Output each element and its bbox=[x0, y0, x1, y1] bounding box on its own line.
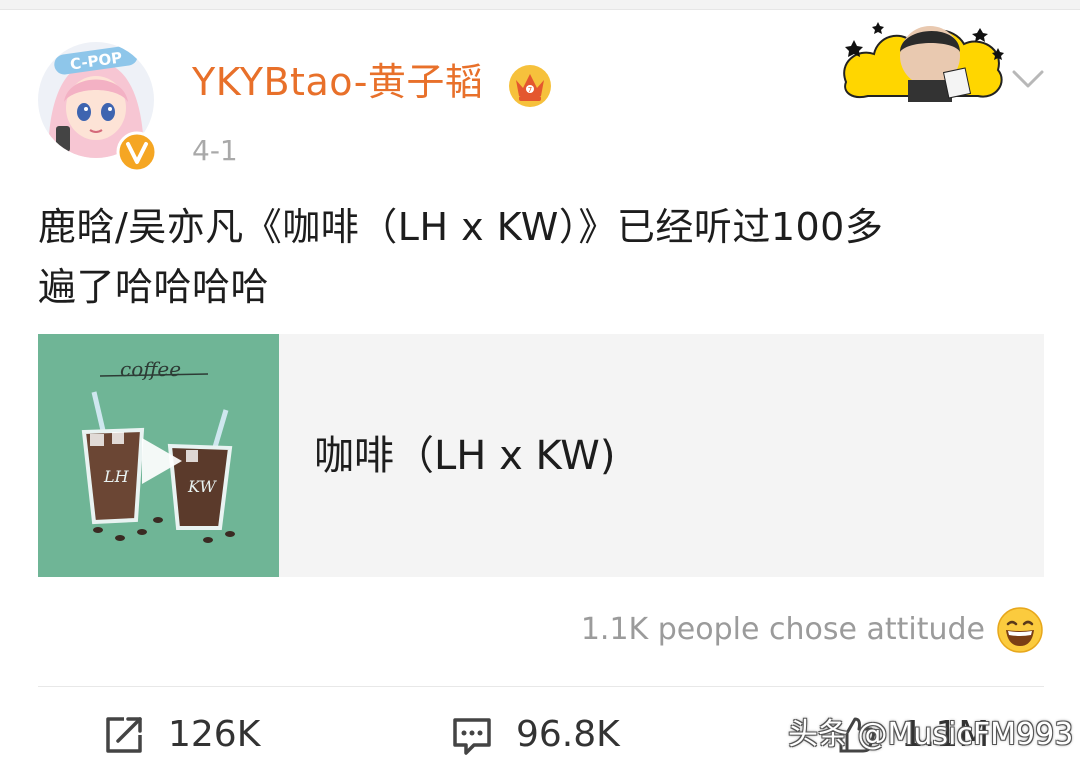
username[interactable]: YKYBtao-黄子韬 bbox=[192, 56, 483, 108]
top-divider bbox=[0, 0, 1080, 10]
post-text-line: 遍了哈哈哈哈 bbox=[38, 265, 270, 309]
svg-text:KW: KW bbox=[187, 477, 217, 496]
card-decoration-art bbox=[843, 22, 1004, 102]
crown-icon: 7 bbox=[509, 65, 551, 107]
repost-button[interactable]: 126K bbox=[102, 705, 260, 765]
comment-bubble-icon bbox=[453, 718, 491, 755]
post-content: 鹿晗/吴亦凡《咖啡（LH x KW）》已经听过100多 遍了哈哈哈哈 bbox=[38, 197, 1048, 317]
post-text-line: 鹿晗/吴亦凡《咖啡（LH x KW）》已经听过100多 bbox=[38, 205, 884, 249]
chevron-down-icon[interactable] bbox=[1008, 62, 1048, 96]
laughing-emoji-icon[interactable] bbox=[996, 606, 1044, 654]
post-date: 4-1 bbox=[192, 134, 238, 167]
svg-text:LH: LH bbox=[103, 467, 130, 486]
action-divider bbox=[38, 686, 1044, 687]
comment-button[interactable]: 96.8K bbox=[450, 705, 620, 765]
verified-badge-icon bbox=[116, 131, 158, 173]
share-box-icon bbox=[106, 717, 142, 753]
repost-count: 126K bbox=[168, 714, 261, 755]
svg-text:7: 7 bbox=[528, 86, 532, 94]
svg-text:coffee: coffee bbox=[120, 357, 181, 381]
source-watermark: 头条 @MusicFM993 bbox=[788, 717, 1074, 752]
comment-count: 96.8K bbox=[516, 714, 620, 755]
music-title[interactable]: 咖啡（LH x KW) bbox=[314, 430, 615, 482]
album-cover[interactable]: coffee LH KW bbox=[38, 334, 279, 577]
attitude-summary[interactable]: 1.1K people chose attitude bbox=[581, 610, 985, 650]
music-card[interactable]: coffee LH KW 咖啡（LH x KW) bbox=[38, 334, 1044, 577]
